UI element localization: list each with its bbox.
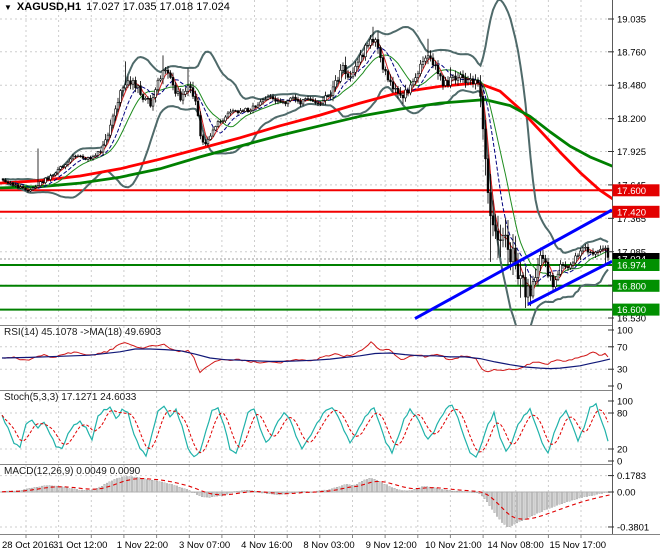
price-marker-label: 16.800 [617,281,646,292]
chart-title-bar: ▼ XAGUSD,H1 17.027 17.035 17.018 17.024 [4,1,230,13]
time-tick-label: 10 Nov 21:00 [425,540,482,551]
price-marker-label: 16.600 [617,305,646,316]
time-tick-label: 4 Nov 16:00 [241,540,292,551]
rsi-indicator-label: RSI(14) 45.1078 ->MA(18) 49.6903 [4,327,162,338]
indicator-tick-label: 100 [617,397,633,408]
indicator-tick-label: 20 [617,445,628,456]
price-tick-label: 18.480 [617,81,646,92]
time-tick-label: 1 Nov 22:00 [117,540,168,551]
price-marker-label: 17.600 [617,186,646,197]
chart-window: 19.03518.76018.48018.20017.92517.64517.3… [0,0,660,560]
ohlc-quote-label: 17.027 17.035 17.018 17.024 [86,1,230,13]
indicator-tick-label: 70 [617,342,628,353]
price-tick-label: 18.200 [617,114,646,125]
indicator-tick-label: 0 [617,457,622,468]
symbol-period-label: XAGUSD,H1 [16,1,82,13]
indicator-tick-label: 30 [617,365,628,376]
price-marker-label: 17.420 [617,207,646,218]
indicator-tick-label: -0.3801 [617,523,649,534]
macd-indicator-label: MACD(12,26,9) 0.0049 0.0090 [4,466,141,477]
price-tick-label: 18.760 [617,47,646,58]
time-tick-label: 3 Nov 07:00 [179,540,230,551]
indicator-tick-label: 100 [617,326,633,337]
indicator-tick-label: 0.00 [617,488,636,499]
time-tick-label: 28 Oct 2016 [2,540,54,551]
time-tick-label: 8 Nov 03:00 [303,540,354,551]
symbol-dropdown-icon[interactable]: ▼ [4,2,12,13]
stochastic-indicator-label: Stoch(5,3,3) 17.1271 24.6033 [4,392,137,403]
indicator-tick-label: 0.1783 [617,471,646,482]
time-tick-label: 9 Nov 12:00 [366,540,417,551]
time-tick-label: 15 Nov 17:00 [550,540,607,551]
time-tick-label: 31 Oct 12:00 [53,540,107,551]
price-tick-label: 17.925 [617,147,646,158]
indicator-tick-label: 0 [617,382,622,393]
price-marker-label: 16.974 [617,261,646,272]
indicator-tick-label: 80 [617,409,628,420]
time-tick-label: 14 Nov 08:00 [487,540,544,551]
price-tick-label: 19.035 [617,15,646,26]
